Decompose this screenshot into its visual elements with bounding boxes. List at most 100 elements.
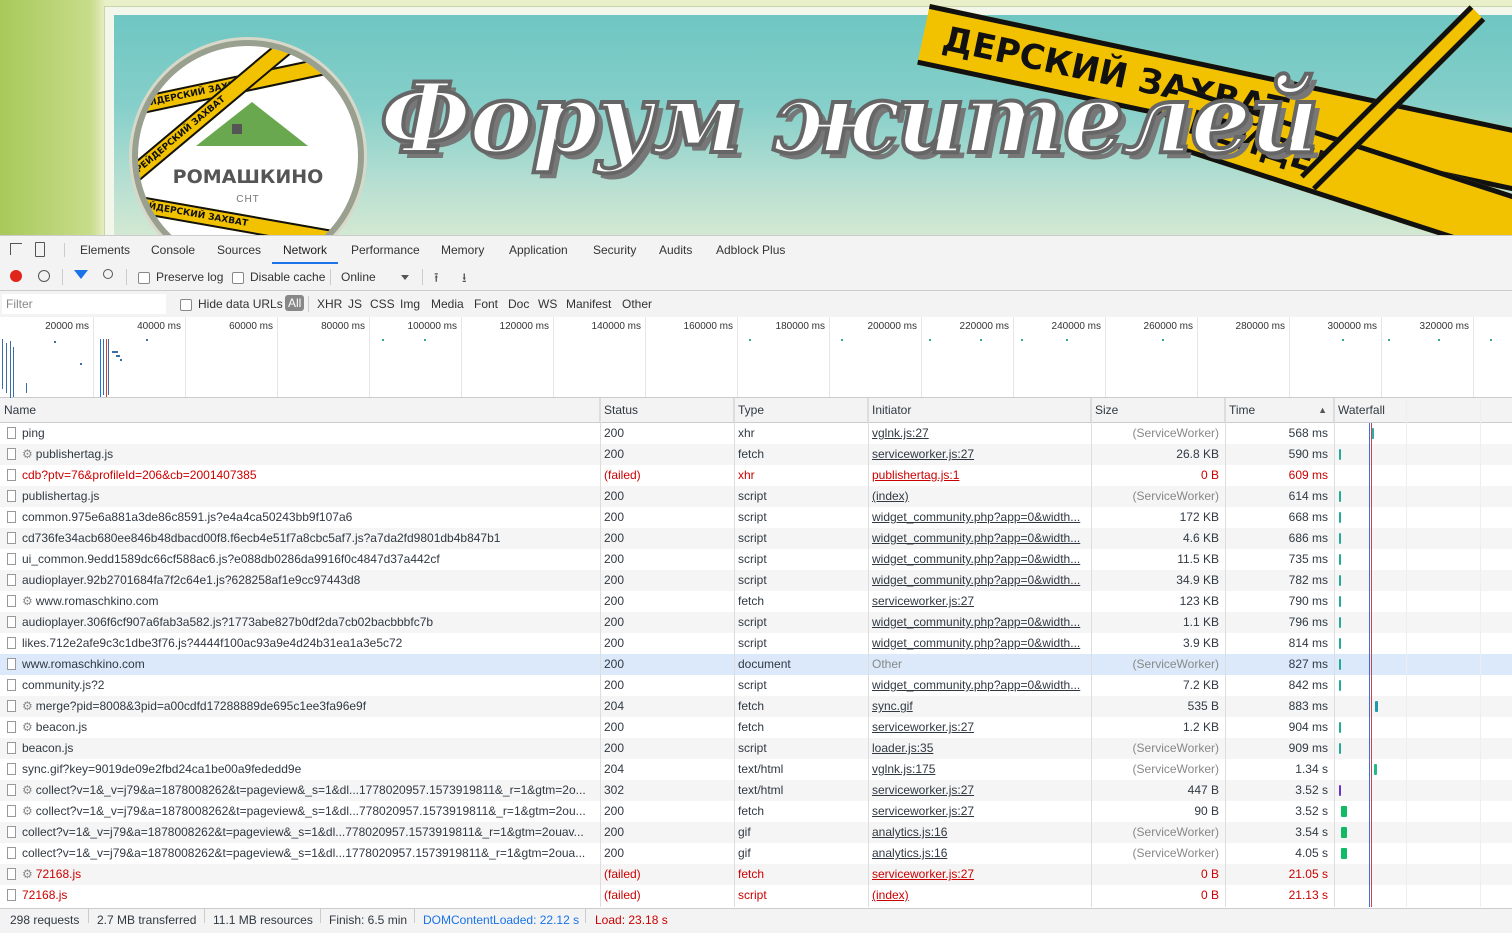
waterfall-bar[interactable] [1341,806,1347,817]
request-initiator[interactable]: loader.js:35 [872,738,1087,759]
request-name[interactable]: common.975e6a881a3de86c8591.js?e4a4ca502… [22,507,596,528]
import-har-icon[interactable]: ⭱ [434,269,439,291]
filter-type-media[interactable]: Media [431,297,464,311]
request-initiator[interactable]: vglnk.js:175 [872,759,1087,780]
request-name[interactable]: ⚙ beacon.js [22,717,596,738]
request-name[interactable]: community.js?2 [22,675,596,696]
request-initiator[interactable]: widget_community.php?app=0&width... [872,612,1087,633]
tab-audits[interactable]: Audits [659,236,692,264]
request-initiator[interactable]: serviceworker.js:27 [872,801,1087,822]
export-har-icon[interactable]: ⭳ [462,269,467,291]
column-header-time[interactable]: Time ▲ [1225,398,1334,422]
request-row[interactable]: sync.gif?key=9019de09e2fbd24ca1be00a9fed… [0,759,1512,780]
request-name[interactable]: ⚙ 72168.js [22,864,596,885]
request-name[interactable]: 72168.js [22,885,596,906]
request-row[interactable]: ⚙ 72168.js (failed) fetch serviceworker.js:2… [0,864,1512,885]
filter-icon[interactable] [74,270,88,279]
request-initiator[interactable]: (index) [872,486,1087,507]
tab-security[interactable]: Security [593,236,636,264]
filter-type-ws[interactable]: WS [538,297,557,311]
waterfall-bar[interactable] [1339,659,1341,670]
request-name[interactable]: www.romaschkino.com [22,654,596,675]
request-row[interactable]: collect?v=1&_v=j79&a=1878008262&t=pagevi… [0,822,1512,843]
tab-elements[interactable]: Elements [80,236,130,264]
request-initiator[interactable]: serviceworker.js:27 [872,591,1087,612]
request-name[interactable]: ui_common.9edd1589dc66cf588ac6.js?e088db… [22,549,596,570]
request-name[interactable]: cd736fe34acb680ee846b48dbacd00f8.f6ecb4e… [22,528,596,549]
column-header-type[interactable]: Type [734,398,868,422]
request-row[interactable]: ping 200 xhr vglnk.js:27 (ServiceWorker) 568 … [0,423,1512,444]
request-row[interactable]: ⚙ publishertag.js 200 fetch serviceworker.js… [0,444,1512,465]
request-initiator[interactable]: widget_community.php?app=0&width... [872,507,1087,528]
request-name[interactable]: beacon.js [22,738,596,759]
request-row[interactable]: common.975e6a881a3de86c8591.js?e4a4ca502… [0,507,1512,528]
chevron-down-icon[interactable] [401,275,409,280]
search-icon[interactable] [103,269,113,279]
request-row[interactable]: ⚙ www.romaschkino.com 200 fetch serviceworke… [0,591,1512,612]
request-name[interactable]: ⚙ www.romaschkino.com [22,591,596,612]
request-row[interactable]: ⚙ collect?v=1&_v=j79&a=1878008262&t=pagev… [0,780,1512,801]
column-header-name[interactable]: Name [0,398,600,422]
request-name[interactable]: cdb?ptv=76&profileId=206&cb=2001407385 [22,465,596,486]
column-header-initiator[interactable]: Initiator [868,398,1091,422]
column-header-waterfall[interactable]: Waterfall [1334,398,1512,422]
request-initiator[interactable]: widget_community.php?app=0&width... [872,549,1087,570]
request-name[interactable]: publishertag.js [22,486,596,507]
waterfall-bar[interactable] [1339,575,1341,586]
filter-type-manifest[interactable]: Manifest [566,297,611,311]
filter-type-xhr[interactable]: XHR [317,297,342,311]
request-row[interactable]: community.js?2 200 script widget_community.… [0,675,1512,696]
filter-type-other[interactable]: Other [622,297,652,311]
waterfall-bar[interactable] [1339,491,1341,502]
request-row[interactable]: beacon.js 200 script loader.js:35 (ServiceWo… [0,738,1512,759]
record-icon[interactable] [10,270,22,282]
hide-data-urls-checkbox[interactable] [180,299,192,311]
filter-input[interactable] [2,294,166,314]
request-row[interactable]: collect?v=1&_v=j79&a=1878008262&t=pagevi… [0,843,1512,864]
request-initiator[interactable]: publishertag.js:1 [872,465,1087,486]
request-row[interactable]: audioplayer.92b2701684fa7f2c64e1.js?6282… [0,570,1512,591]
waterfall-bar[interactable] [1339,617,1341,628]
waterfall-bar[interactable] [1339,722,1341,733]
request-initiator[interactable]: widget_community.php?app=0&width... [872,570,1087,591]
request-row[interactable]: audioplayer.306f6cf907a6fab3a582.js?1773… [0,612,1512,633]
request-initiator[interactable]: sync.gif [872,696,1087,717]
waterfall-bar[interactable] [1339,638,1341,649]
waterfall-bar[interactable] [1341,848,1347,859]
request-row[interactable]: ⚙ beacon.js 200 fetch serviceworker.js:27 1.2… [0,717,1512,738]
request-row[interactable]: likes.712e2afe9c3c1dbe3f76.js?4444f100ac… [0,633,1512,654]
waterfall-bar[interactable] [1339,785,1341,796]
waterfall-bar[interactable] [1339,743,1341,754]
waterfall-bar[interactable] [1339,554,1341,565]
filter-type-all[interactable]: All [285,295,305,311]
request-name[interactable]: ⚙ publishertag.js [22,444,596,465]
network-overview[interactable]: 20000 ms 40000 ms 60000 ms 80000 ms 100000 m… [0,317,1512,401]
request-initiator[interactable]: serviceworker.js:27 [872,864,1087,885]
request-initiator[interactable]: (index) [872,885,1087,906]
request-name[interactable]: collect?v=1&_v=j79&a=1878008262&t=pagevi… [22,822,596,843]
request-initiator[interactable]: analytics.js:16 [872,843,1087,864]
waterfall-bar[interactable] [1339,680,1341,691]
tab-application[interactable]: Application [509,236,568,264]
inspect-element-icon[interactable] [10,243,22,255]
request-name[interactable]: audioplayer.306f6cf907a6fab3a582.js?1773… [22,612,596,633]
request-initiator[interactable]: serviceworker.js:27 [872,780,1087,801]
request-initiator[interactable]: widget_community.php?app=0&width... [872,528,1087,549]
request-row[interactable]: cdb?ptv=76&profileId=206&cb=2001407385 (f… [0,465,1512,486]
waterfall-bar[interactable] [1339,596,1341,607]
tab-memory[interactable]: Memory [441,236,484,264]
request-name[interactable]: likes.712e2afe9c3c1dbe3f76.js?4444f100ac… [22,633,596,654]
request-row[interactable]: publishertag.js 200 script (index) (ServiceW… [0,486,1512,507]
request-name[interactable]: sync.gif?key=9019de09e2fbd24ca1be00a9fed… [22,759,596,780]
request-row[interactable]: ui_common.9edd1589dc66cf588ac6.js?e088db… [0,549,1512,570]
request-initiator[interactable]: serviceworker.js:27 [872,717,1087,738]
filter-type-css[interactable]: CSS [370,297,395,311]
request-row[interactable]: 72168.js (failed) script (index) 0 B 21.13 s [0,885,1512,906]
request-initiator[interactable]: widget_community.php?app=0&width... [872,633,1087,654]
tab-network[interactable]: Network [272,236,339,264]
request-name[interactable]: collect?v=1&_v=j79&a=1878008262&t=pagevi… [22,843,596,864]
column-header-size[interactable]: Size [1091,398,1225,422]
tab-performance[interactable]: Performance [351,236,420,264]
request-initiator[interactable]: widget_community.php?app=0&width... [872,675,1087,696]
filter-type-img[interactable]: Img [400,297,420,311]
